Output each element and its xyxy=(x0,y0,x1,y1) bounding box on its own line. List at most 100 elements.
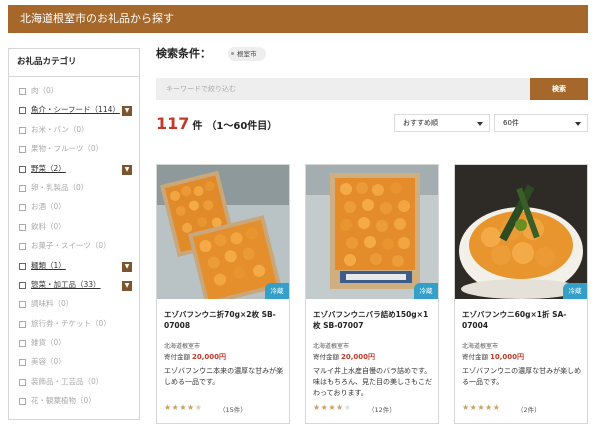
search-button[interactable]: 検索 xyxy=(530,78,588,100)
refrigerated-badge: 冷蔵 xyxy=(414,283,438,299)
category-item[interactable]: お米・パン（0） xyxy=(9,124,139,143)
product-price: 寄付金額 10,000円 xyxy=(462,351,524,362)
category-item[interactable]: 麺類（1） ▼ xyxy=(9,260,139,279)
category-label[interactable]: 調味料（0） xyxy=(31,299,73,308)
category-checkbox[interactable] xyxy=(19,107,26,115)
per-page-select[interactable]: 60件 xyxy=(494,114,588,132)
star-icon: ★ xyxy=(313,403,321,412)
price-label: 寄付金額 xyxy=(462,353,488,361)
category-item[interactable]: 美容（0） xyxy=(9,356,139,375)
category-item[interactable]: 旅行券・チケット（0） xyxy=(9,318,139,337)
sort-select[interactable]: おすすめ順 xyxy=(394,114,490,132)
category-checkbox[interactable] xyxy=(19,262,26,270)
category-checkbox[interactable] xyxy=(19,243,26,251)
star-icon: ★ xyxy=(328,403,337,412)
keyword-input[interactable] xyxy=(156,78,532,100)
price-value: 10,000円 xyxy=(490,353,525,361)
product-image[interactable] xyxy=(157,165,289,299)
category-checkbox[interactable] xyxy=(19,165,26,173)
category-checkbox[interactable] xyxy=(19,398,26,406)
category-checkbox[interactable] xyxy=(19,184,26,192)
star-icon: ★ xyxy=(187,403,195,412)
keyword-search: 検索 xyxy=(156,78,588,100)
review-count[interactable]: （12件） xyxy=(368,404,396,414)
star-half-icon: ★ xyxy=(194,403,203,412)
category-item[interactable]: 惣菜・加工品（33） ▼ xyxy=(9,279,139,298)
refrigerated-badge: 冷蔵 xyxy=(265,283,289,299)
review-count[interactable]: （15件） xyxy=(219,404,247,414)
category-label[interactable]: 麺類（1） xyxy=(31,261,66,270)
category-item[interactable]: 調味料（0） xyxy=(9,298,139,317)
category-label[interactable]: 魚介・シーフード（114） xyxy=(31,105,120,114)
category-label[interactable]: 装飾品・工芸品（0） xyxy=(31,377,103,386)
star-icon: ★ xyxy=(462,403,470,412)
price-value: 20,000円 xyxy=(341,353,376,361)
star-empty-icon: ★ xyxy=(343,403,352,412)
expand-toggle-icon[interactable]: ▼ xyxy=(122,164,132,175)
category-checkbox[interactable] xyxy=(19,320,26,328)
product-description: エゾバフンウニ本来の濃厚な甘みが楽しめる一品です。 xyxy=(164,367,284,386)
result-range: （1〜60件目） xyxy=(206,121,278,132)
product-name[interactable]: エゾバフンウニ60g×1折 SA-07004 xyxy=(462,309,584,331)
category-checkbox[interactable] xyxy=(19,359,26,367)
category-label[interactable]: 花・観葉植物（0） xyxy=(31,396,96,405)
product-name[interactable]: エゾバフンウニ折70g×2枚 SB-07008 xyxy=(164,309,286,331)
product-price: 寄付金額 20,000円 xyxy=(313,351,375,362)
category-label[interactable]: お酒（0） xyxy=(31,202,66,211)
category-item[interactable]: 魚介・シーフード（114） ▼ xyxy=(9,104,139,123)
star-rating: ★★★★★ xyxy=(313,403,351,412)
category-checkbox[interactable] xyxy=(19,146,26,154)
category-checkbox[interactable] xyxy=(19,204,26,212)
page-title: 北海道根室市のお礼品から探す xyxy=(20,12,174,25)
condition-tag[interactable]: 根室市 xyxy=(228,47,266,61)
per-page-selected: 60件 xyxy=(503,119,519,127)
result-count: 117 件（1〜60件目） xyxy=(156,114,277,137)
category-checkbox[interactable] xyxy=(19,126,26,134)
category-item[interactable]: 果物・フルーツ（0） xyxy=(9,143,139,162)
category-item[interactable]: 飲料（0） xyxy=(9,221,139,240)
product-card[interactable]: 冷蔵 エゾバフンウニ折70g×2枚 SB-07008 北海道根室市 寄付金額 20… xyxy=(156,164,290,424)
category-item[interactable]: 装飾品・工芸品（0） xyxy=(9,376,139,395)
expand-toggle-icon[interactable]: ▼ xyxy=(122,280,132,291)
category-checkbox[interactable] xyxy=(19,223,26,231)
category-checkbox[interactable] xyxy=(19,281,26,289)
chevron-down-icon xyxy=(575,122,581,126)
product-image[interactable] xyxy=(455,165,587,299)
category-item[interactable]: お菓子・スイーツ（0） xyxy=(9,240,139,259)
product-card[interactable]: 冷蔵 エゾバフンウニ60g×1折 SA-07004 北海道根室市 寄付金額 10,… xyxy=(454,164,588,424)
expand-toggle-icon[interactable]: ▼ xyxy=(122,106,132,117)
category-item[interactable]: 花・観葉植物（0） xyxy=(9,395,139,414)
category-label[interactable]: 飲料（0） xyxy=(31,222,66,231)
category-item[interactable]: 野菜（2） ▼ xyxy=(9,163,139,182)
category-item[interactable]: 雑貨（0） xyxy=(9,337,139,356)
star-icon: ★ xyxy=(492,403,501,412)
review-count[interactable]: （2件） xyxy=(517,404,541,414)
category-item[interactable]: 肉（0） xyxy=(9,85,139,104)
expand-toggle-icon[interactable]: ▼ xyxy=(122,261,132,272)
product-name[interactable]: エゾバフンウニバラ詰め150g×1枚 SB-07007 xyxy=(313,309,435,331)
category-checkbox[interactable] xyxy=(19,340,26,348)
category-label[interactable]: 惣菜・加工品（33） xyxy=(31,280,101,289)
category-checkbox[interactable] xyxy=(19,378,26,386)
product-location: 北海道根室市 xyxy=(462,343,499,350)
star-rating: ★★★★★ xyxy=(164,403,202,412)
category-label[interactable]: 果物・フルーツ（0） xyxy=(31,144,103,153)
category-label[interactable]: お菓子・スイーツ（0） xyxy=(31,241,111,250)
sort-selected: おすすめ順 xyxy=(403,119,438,127)
category-label[interactable]: お米・パン（0） xyxy=(31,125,89,134)
category-item[interactable]: お酒（0） xyxy=(9,201,139,220)
category-label[interactable]: 野菜（2） xyxy=(31,164,66,173)
search-conditions-label: 検索条件： xyxy=(156,47,211,60)
category-label[interactable]: 雑貨（0） xyxy=(31,338,66,347)
category-label[interactable]: 旅行券・チケット（0） xyxy=(31,319,111,328)
category-label[interactable]: 肉（0） xyxy=(31,86,58,95)
category-label[interactable]: 美容（0） xyxy=(31,357,66,366)
category-checkbox[interactable] xyxy=(19,88,26,95)
category-checkbox[interactable] xyxy=(19,301,26,309)
chevron-down-icon xyxy=(477,122,483,126)
product-image[interactable] xyxy=(306,165,438,299)
category-item[interactable]: 卵・乳製品（0） xyxy=(9,182,139,201)
category-label[interactable]: 卵・乳製品（0） xyxy=(31,183,88,192)
star-icon: ★ xyxy=(485,403,493,412)
product-card[interactable]: 冷蔵 エゾバフンウニバラ詰め150g×1枚 SB-07007 北海道根室市 寄付… xyxy=(305,164,439,424)
